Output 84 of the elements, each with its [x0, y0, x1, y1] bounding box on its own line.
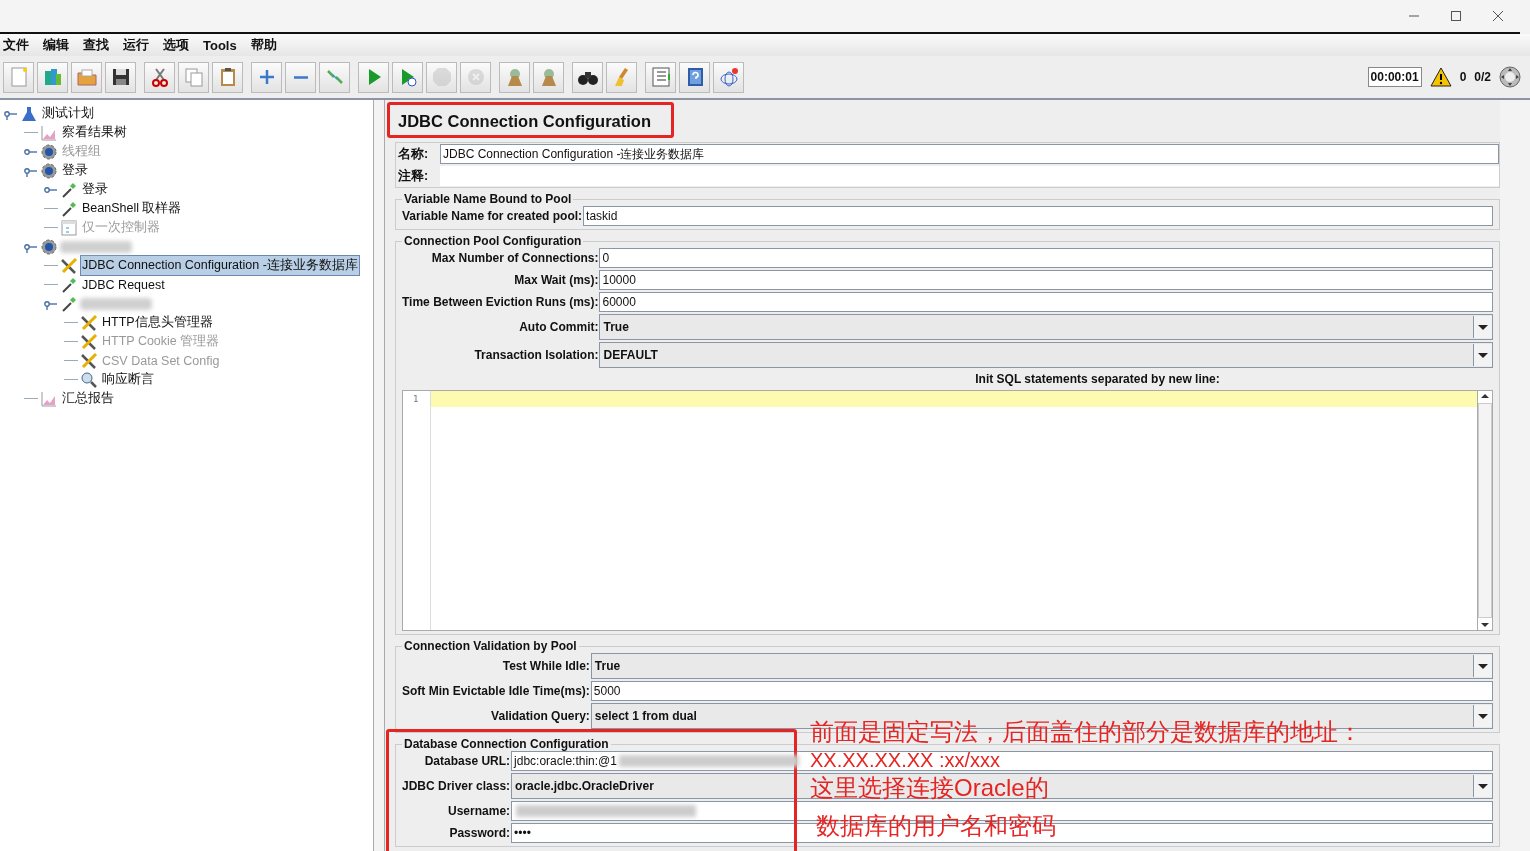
remote-button[interactable]	[713, 61, 744, 93]
scroll-down-icon[interactable]	[1479, 620, 1491, 630]
editor-label: Init SQL statements separated by new line:	[974, 372, 1221, 386]
start-no-timers-button[interactable]	[392, 61, 423, 93]
input-field[interactable]: 5000	[590, 681, 1493, 701]
close-icon[interactable]	[1492, 10, 1504, 22]
toggle-button[interactable]	[319, 61, 350, 93]
field-label: Max Wait (ms):	[513, 273, 599, 287]
menu-item[interactable]: 选项	[163, 36, 189, 54]
section-legend: Connection Pool Configuration	[402, 234, 584, 248]
dropdown[interactable]: DEFAULT	[599, 342, 1493, 368]
field-label: Transaction Isolation:	[473, 348, 599, 362]
tree-item[interactable]: JDBC Connection Configuration -连接业务数据库	[80, 255, 360, 276]
menu-item[interactable]: 帮助	[250, 36, 277, 54]
clear-button[interactable]	[499, 61, 530, 93]
section-legend: Connection Validation by Pool	[402, 639, 579, 653]
globe-icon	[717, 66, 740, 88]
field-label: 名称:	[397, 145, 430, 163]
field-label: 注释:	[397, 167, 430, 185]
code-editor[interactable]: 1	[402, 390, 1493, 631]
panel-title: JDBC Connection Configuration	[387, 102, 674, 138]
field-label: Username:	[447, 804, 511, 818]
stop-sign-icon	[430, 66, 453, 88]
field-label: Time Between Eviction Runs (ms):	[402, 295, 599, 309]
help-button[interactable]	[679, 61, 710, 93]
folder-icon	[75, 66, 98, 88]
menu-item[interactable]: 查找	[83, 36, 109, 54]
minus-icon	[293, 75, 308, 79]
section-legend: Database Connection Configuration	[402, 737, 611, 751]
field-label: Database URL:	[423, 754, 511, 768]
warning-icon	[1429, 67, 1452, 87]
search-button[interactable]	[572, 61, 603, 93]
expand-button[interactable]	[251, 61, 282, 93]
input-field[interactable]: taskid	[583, 206, 1493, 226]
tree-item[interactable]: HTTP信息头管理器	[100, 312, 215, 333]
save-button[interactable]	[105, 61, 136, 93]
menu-item[interactable]: Tools	[203, 37, 237, 53]
field-label: Variable Name for created pool:	[402, 209, 583, 223]
field-label: Soft Min Evictable Idle Time(ms):	[402, 684, 590, 698]
tree-item[interactable]: BeanShell 取样器	[80, 198, 184, 219]
copy-icon	[182, 66, 205, 88]
thread-count: 0/2	[1474, 70, 1491, 84]
line-number: 1	[413, 394, 419, 404]
tree-item[interactable]: 登录	[80, 179, 110, 200]
comment-field[interactable]	[440, 166, 1499, 186]
cut-button[interactable]	[144, 61, 175, 93]
maximize-icon[interactable]	[1450, 10, 1462, 22]
tree-item[interactable]: 测试计划	[40, 103, 96, 124]
field-label: JDBC Driver class:	[402, 779, 511, 793]
scrollbar[interactable]	[1477, 391, 1492, 630]
warning-count: 0	[1459, 70, 1467, 84]
field-label: Auto Commit:	[518, 320, 599, 334]
field-label: Validation Query:	[490, 709, 590, 723]
scroll-up-icon[interactable]	[1479, 391, 1491, 401]
name-field[interactable]: JDBC Connection Configuration -连接业务数据库	[440, 144, 1499, 164]
tree-item[interactable]: 汇总报告	[60, 388, 116, 409]
menu-item[interactable]: 编辑	[43, 36, 69, 54]
remote-status-icon	[1499, 66, 1521, 88]
menu-item[interactable]: 运行	[123, 36, 149, 54]
field-label: Test While Idle:	[501, 659, 590, 673]
tree-item[interactable]: 察看结果树	[60, 122, 129, 143]
clear-all-button[interactable]	[533, 61, 564, 93]
templates-button[interactable]	[37, 61, 68, 93]
input-field[interactable]: 0	[599, 248, 1493, 268]
input-field[interactable]: 10000	[599, 270, 1493, 290]
dropdown[interactable]: True	[599, 314, 1493, 340]
menu-item[interactable]: 文件	[3, 36, 29, 54]
elapsed-time: 00:00:01	[1367, 67, 1422, 87]
paste-button[interactable]	[212, 61, 243, 93]
field-label: Max Number of Connections:	[430, 251, 599, 265]
list-icon	[649, 66, 672, 88]
dropdown[interactable]: True	[590, 653, 1493, 679]
section-legend: Variable Name Bound to Pool	[402, 192, 574, 206]
tree-item[interactable]: JDBC Request	[80, 275, 167, 294]
annotation-text: 这里选择连接Oracle的	[810, 776, 1049, 800]
input-field[interactable]: 60000	[599, 292, 1493, 312]
tree-item[interactable]: 响应断言	[100, 369, 156, 390]
field-label: Password:	[448, 826, 511, 840]
annotation-text: XX.XX.XX.XX :xx/xxx	[810, 748, 1001, 772]
start-button[interactable]	[358, 61, 389, 93]
new-button[interactable]	[3, 61, 34, 93]
functions-button[interactable]	[645, 61, 676, 93]
collapse-button[interactable]	[285, 61, 316, 93]
tree-item[interactable]: 登录	[60, 160, 90, 181]
